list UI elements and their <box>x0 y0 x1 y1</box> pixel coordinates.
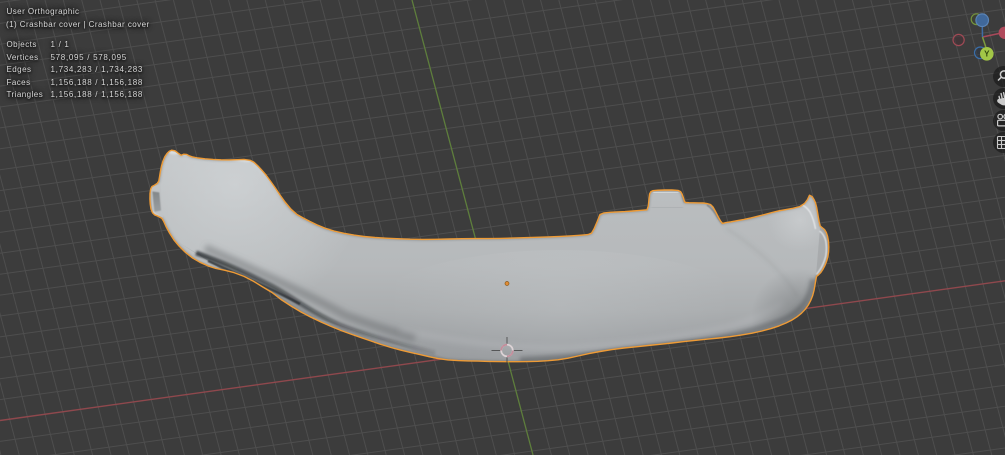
svg-text:Y: Y <box>984 50 990 59</box>
